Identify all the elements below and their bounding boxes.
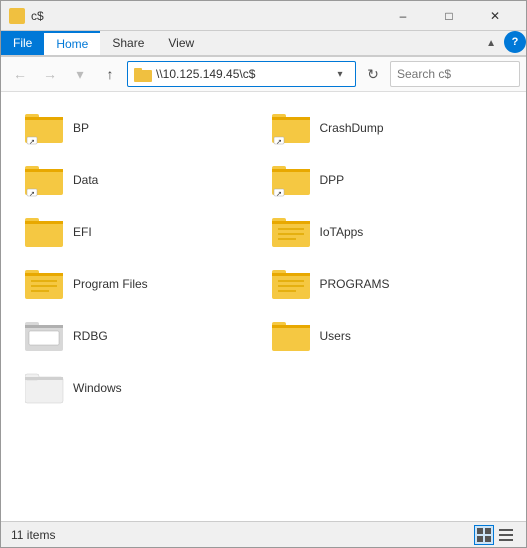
svg-text:↗: ↗ xyxy=(29,139,35,145)
file-name-windows: Windows xyxy=(73,381,122,395)
file-name-rdbg: RDBG xyxy=(73,329,108,343)
search-input[interactable] xyxy=(397,67,527,81)
file-name-programs: PROGRAMS xyxy=(320,277,390,291)
folder-icon-crashdump: ↗ xyxy=(272,111,312,145)
ribbon-collapse-button[interactable]: ▲ xyxy=(478,31,504,55)
tab-view[interactable]: View xyxy=(156,31,206,55)
file-item-dpp[interactable]: ↗ DPP xyxy=(264,154,511,206)
refresh-button[interactable]: ↻ xyxy=(360,61,386,87)
file-name-data: Data xyxy=(73,173,98,187)
file-name-bp: BP xyxy=(73,121,89,135)
file-item-bp[interactable]: ↗ BP xyxy=(17,102,264,154)
tab-share[interactable]: Share xyxy=(100,31,156,55)
folder-icon-dpp: ↗ xyxy=(272,163,312,197)
file-name-program-files: Program Files xyxy=(73,277,148,291)
file-item-data[interactable]: ↗ Data xyxy=(17,154,264,206)
view-list-button[interactable] xyxy=(496,525,516,545)
files-grid: ↗ BP ↗ CrashDump ↗ Data ↗ DPP EFI xyxy=(17,102,510,414)
status-bar: 11 items xyxy=(1,521,526,547)
search-box[interactable]: 🔍 xyxy=(390,61,520,87)
title-bar-left: c$ xyxy=(9,8,44,24)
window-title: c$ xyxy=(31,9,44,23)
file-name-iotapps: IoTApps xyxy=(320,225,364,239)
item-count: 11 items xyxy=(11,528,55,542)
file-name-crashdump: CrashDump xyxy=(320,121,384,135)
help-button[interactable]: ? xyxy=(504,31,526,53)
folder-icon-program-files xyxy=(25,267,65,301)
file-item-rdbg[interactable]: RDBG xyxy=(17,310,264,362)
file-item-iotapps[interactable]: IoTApps xyxy=(264,206,511,258)
address-folder-icon xyxy=(134,66,152,82)
folder-icon-bp: ↗ xyxy=(25,111,65,145)
ribbon: File Home Share View ▲ ? xyxy=(1,31,526,57)
folder-icon-users xyxy=(272,319,312,353)
file-item-crashdump[interactable]: ↗ CrashDump xyxy=(264,102,511,154)
file-item-programs[interactable]: PROGRAMS xyxy=(264,258,511,310)
close-button[interactable]: ✕ xyxy=(472,1,518,31)
file-item-efi[interactable]: EFI xyxy=(17,206,264,258)
maximize-button[interactable]: □ xyxy=(426,1,472,31)
title-folder-icon xyxy=(9,8,25,24)
file-item-program-files[interactable]: Program Files xyxy=(17,258,264,310)
svg-text:↗: ↗ xyxy=(29,191,35,197)
svg-text:↗: ↗ xyxy=(276,191,282,197)
address-bar[interactable]: \\10.125.149.45\c$ ▾ xyxy=(127,61,356,87)
title-bar-controls: – □ ✕ xyxy=(380,1,518,31)
address-dropdown-icon[interactable]: ▾ xyxy=(331,69,349,80)
folder-icon-iotapps xyxy=(272,215,312,249)
up-button[interactable]: ↑ xyxy=(97,61,123,87)
folder-icon-data: ↗ xyxy=(25,163,65,197)
dropdown-button[interactable]: ▾ xyxy=(67,61,93,87)
svg-text:↗: ↗ xyxy=(276,139,282,145)
title-bar: c$ – □ ✕ xyxy=(1,1,526,31)
file-name-efi: EFI xyxy=(73,225,92,239)
file-area: ↗ BP ↗ CrashDump ↗ Data ↗ DPP EFI xyxy=(1,92,526,521)
back-button[interactable]: ← xyxy=(7,61,33,87)
list-view-icon xyxy=(499,528,513,542)
view-grid-button[interactable] xyxy=(474,525,494,545)
file-name-dpp: DPP xyxy=(320,173,345,187)
address-text: \\10.125.149.45\c$ xyxy=(156,67,331,81)
file-item-windows[interactable]: Windows xyxy=(17,362,264,414)
tab-file[interactable]: File xyxy=(1,31,44,55)
forward-button[interactable]: → xyxy=(37,61,63,87)
minimize-button[interactable]: – xyxy=(380,1,426,31)
file-name-users: Users xyxy=(320,329,351,343)
tab-home[interactable]: Home xyxy=(44,31,100,55)
grid-view-icon xyxy=(477,528,491,542)
toolbar: ← → ▾ ↑ \\10.125.149.45\c$ ▾ ↻ 🔍 xyxy=(1,57,526,92)
folder-icon-programs xyxy=(272,267,312,301)
folder-icon-windows xyxy=(25,371,65,405)
view-buttons xyxy=(474,525,516,545)
file-item-users[interactable]: Users xyxy=(264,310,511,362)
folder-icon-efi xyxy=(25,215,65,249)
folder-icon-rdbg xyxy=(25,319,65,353)
ribbon-tabs: File Home Share View ▲ ? xyxy=(1,31,526,56)
